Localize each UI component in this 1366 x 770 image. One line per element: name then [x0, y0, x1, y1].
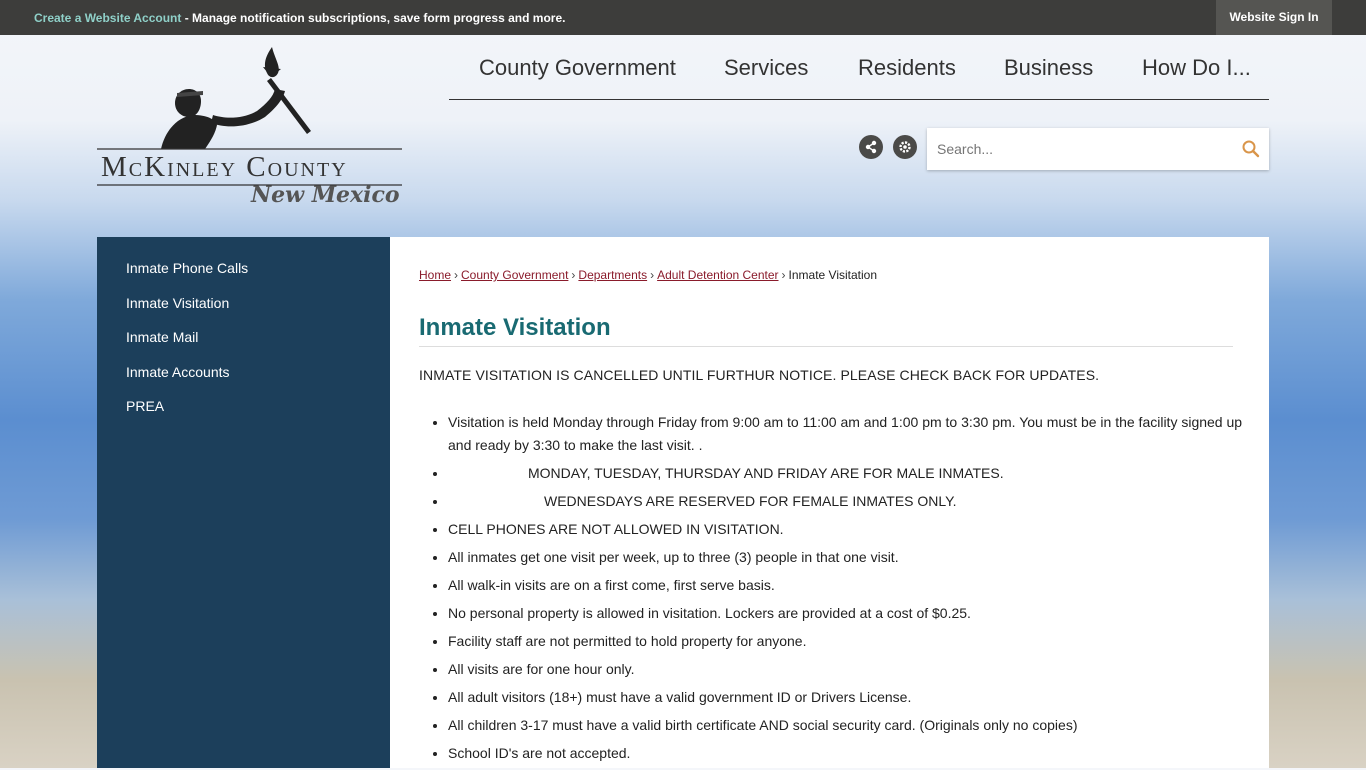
nav-county-government[interactable]: County Government	[479, 55, 676, 81]
list-item: All walk-in visits are on a first come, …	[448, 574, 1268, 597]
page-title: Inmate Visitation	[419, 314, 1233, 347]
logo-state-name: New Mexico	[251, 182, 400, 208]
list-item: All children 3-17 must have a valid birt…	[448, 714, 1268, 737]
list-item: WEDNESDAYS ARE RESERVED FOR FEMALE INMAT…	[448, 490, 1268, 513]
sidebar-item-inmate-mail[interactable]: Inmate Mail	[126, 329, 198, 345]
create-account-link[interactable]: Create a Website Account	[34, 11, 181, 25]
share-button[interactable]	[859, 135, 883, 159]
search-box	[927, 128, 1269, 170]
search-icon[interactable]	[1241, 139, 1261, 159]
main-content: Home › County Government › Departments › Adult…	[390, 237, 1269, 768]
website-sign-in-button[interactable]: Website Sign In	[1216, 0, 1332, 35]
sidebar-item-inmate-accounts[interactable]: Inmate Accounts	[126, 364, 230, 380]
sidebar-item-inmate-visitation[interactable]: Inmate Visitation	[126, 295, 229, 311]
list-item: Visitation is held Monday through Friday…	[448, 411, 1268, 457]
logo-county-name: McKinley County	[101, 151, 348, 183]
sidebar-item-inmate-phone-calls[interactable]: Inmate Phone Calls	[126, 260, 248, 276]
list-item: All inmates get one visit per week, up t…	[448, 546, 1268, 569]
nav-how-do-i[interactable]: How Do I...	[1142, 55, 1251, 81]
list-item: No personal property is allowed in visit…	[448, 602, 1268, 625]
county-logo[interactable]: McKinley County New Mexico	[97, 45, 407, 215]
nav-residents[interactable]: Residents	[858, 55, 956, 81]
share-icon	[865, 140, 877, 154]
tools-settings-button[interactable]	[893, 135, 917, 159]
gear-icon	[899, 141, 911, 153]
list-item: All visits are for one hour only.	[448, 658, 1268, 681]
breadcrumb-adult-detention-center[interactable]: Adult Detention Center	[657, 268, 778, 282]
list-item: All adult visitors (18+) must have a val…	[448, 686, 1268, 709]
breadcrumb: Home › County Government › Departments › Adult…	[419, 268, 878, 282]
list-item-text: WEDNESDAYS ARE RESERVED FOR FEMALE INMAT…	[544, 493, 957, 509]
top-bar-message: Create a Website Account - Manage notifi…	[34, 11, 565, 25]
top-bar: Create a Website Account - Manage notifi…	[0, 0, 1366, 35]
visitation-notice: INMATE VISITATION IS CANCELLED UNTIL FUR…	[419, 367, 1100, 383]
breadcrumb-home[interactable]: Home	[419, 268, 451, 282]
nav-business[interactable]: Business	[1004, 55, 1093, 81]
top-bar-text: - Manage notification subscriptions, sav…	[181, 11, 566, 25]
visitation-rules-list: Visitation is held Monday through Friday…	[419, 411, 1268, 770]
sidebar-navigation: Inmate Phone Calls Inmate Visitation Inm…	[97, 237, 390, 768]
list-item: CELL PHONES ARE NOT ALLOWED IN VISITATIO…	[448, 518, 1268, 541]
breadcrumb-county-government[interactable]: County Government	[461, 268, 568, 282]
breadcrumb-current: Inmate Visitation	[788, 268, 878, 282]
sidebar-item-prea[interactable]: PREA	[126, 398, 164, 414]
breadcrumb-departments[interactable]: Departments	[578, 268, 647, 282]
nav-services[interactable]: Services	[724, 55, 808, 81]
list-item-text: MONDAY, TUESDAY, THURSDAY AND FRIDAY ARE…	[528, 465, 1004, 481]
main-navigation: County Government Services Residents Bus…	[449, 45, 1269, 100]
list-item: MONDAY, TUESDAY, THURSDAY AND FRIDAY ARE…	[448, 462, 1268, 485]
search-input[interactable]	[927, 128, 1247, 170]
list-item: Facility staff are not permitted to hold…	[448, 630, 1268, 653]
list-item: School ID's are not accepted.	[448, 742, 1268, 765]
